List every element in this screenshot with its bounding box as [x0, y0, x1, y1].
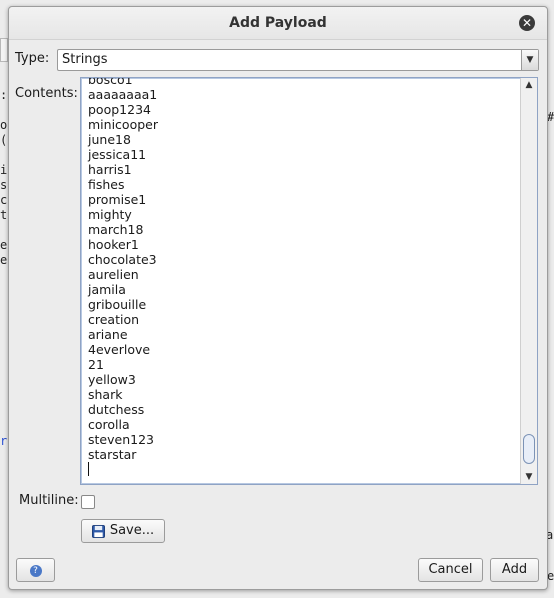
contents-line: march18	[88, 222, 144, 237]
chevron-down-icon[interactable]: ▼	[521, 50, 538, 70]
contents-line: shark	[88, 387, 123, 402]
save-button-label: Save...	[109, 523, 155, 538]
dialog-title: Add Payload	[229, 15, 327, 31]
multiline-label: Multiline:	[19, 493, 79, 508]
scroll-down-arrow-icon[interactable]: ▼	[521, 470, 537, 484]
text-caret	[88, 462, 89, 476]
save-button[interactable]: Save...	[81, 519, 165, 543]
add-button[interactable]: Add	[490, 558, 539, 582]
contents-line: starstar	[88, 447, 137, 462]
contents-vertical-scrollbar[interactable]: ▲ ▼	[520, 78, 537, 484]
contents-textarea[interactable]: bosco1 aaaaaaaa1 poop1234 minicooper june18 j…	[80, 77, 538, 485]
type-select-value: Strings	[62, 52, 108, 67]
contents-line: promise1	[88, 192, 147, 207]
contents-line: minicooper	[88, 117, 158, 132]
contents-line: yellow3	[88, 372, 136, 387]
contents-line: bosco1	[88, 77, 133, 87]
contents-line: poop1234	[88, 102, 151, 117]
contents-line: aaaaaaaa1	[88, 87, 158, 102]
contents-line: 21	[88, 357, 104, 372]
help-button[interactable]: ?	[16, 558, 55, 582]
help-icon: ?	[29, 565, 42, 577]
close-icon[interactable]: ✕	[519, 15, 535, 31]
contents-label: Contents:	[15, 86, 78, 101]
contents-line: chocolate3	[88, 252, 157, 267]
floppy-disk-icon	[91, 524, 105, 538]
background-text-fragment: i	[0, 163, 8, 177]
contents-line: ariane	[88, 327, 128, 342]
background-text-fragment: #	[547, 110, 554, 124]
background-toolbar-strip	[0, 38, 8, 62]
background-text-fragment: :	[0, 88, 8, 102]
contents-line: gribouille	[88, 297, 147, 312]
background-text-fragment: e	[0, 238, 8, 252]
contents-line: mighty	[88, 207, 132, 222]
contents-line: corolla	[88, 417, 130, 432]
contents-line: steven123	[88, 432, 154, 447]
contents-line: 4everlove	[88, 342, 151, 357]
contents-line: dutchess	[88, 402, 145, 417]
multiline-checkbox[interactable]	[81, 495, 95, 509]
contents-line: jamila	[88, 282, 126, 297]
contents-line: aurelien	[88, 267, 139, 282]
contents-line: jessica11	[88, 147, 147, 162]
contents-line: hooker1	[88, 237, 139, 252]
background-text-fragment: e	[547, 569, 554, 583]
contents-line: june18	[88, 132, 131, 147]
contents-line: creation	[88, 312, 140, 327]
contents-line: harris1	[88, 162, 132, 177]
contents-line: fishes	[88, 177, 125, 192]
type-label: Type:	[15, 51, 50, 66]
scroll-up-arrow-icon[interactable]: ▲	[521, 78, 537, 92]
dialog-titlebar[interactable]: Add Payload ✕	[9, 7, 547, 40]
add-payload-dialog: Add Payload ✕ Type: Strings ▼ Contents: …	[8, 6, 548, 590]
cancel-button[interactable]: Cancel	[418, 558, 483, 582]
type-select[interactable]: Strings ▼	[57, 49, 539, 71]
contents-lines: bosco1 aaaaaaaa1 poop1234 minicooper june18 j…	[88, 77, 158, 462]
scrollbar-thumb[interactable]	[523, 434, 535, 464]
